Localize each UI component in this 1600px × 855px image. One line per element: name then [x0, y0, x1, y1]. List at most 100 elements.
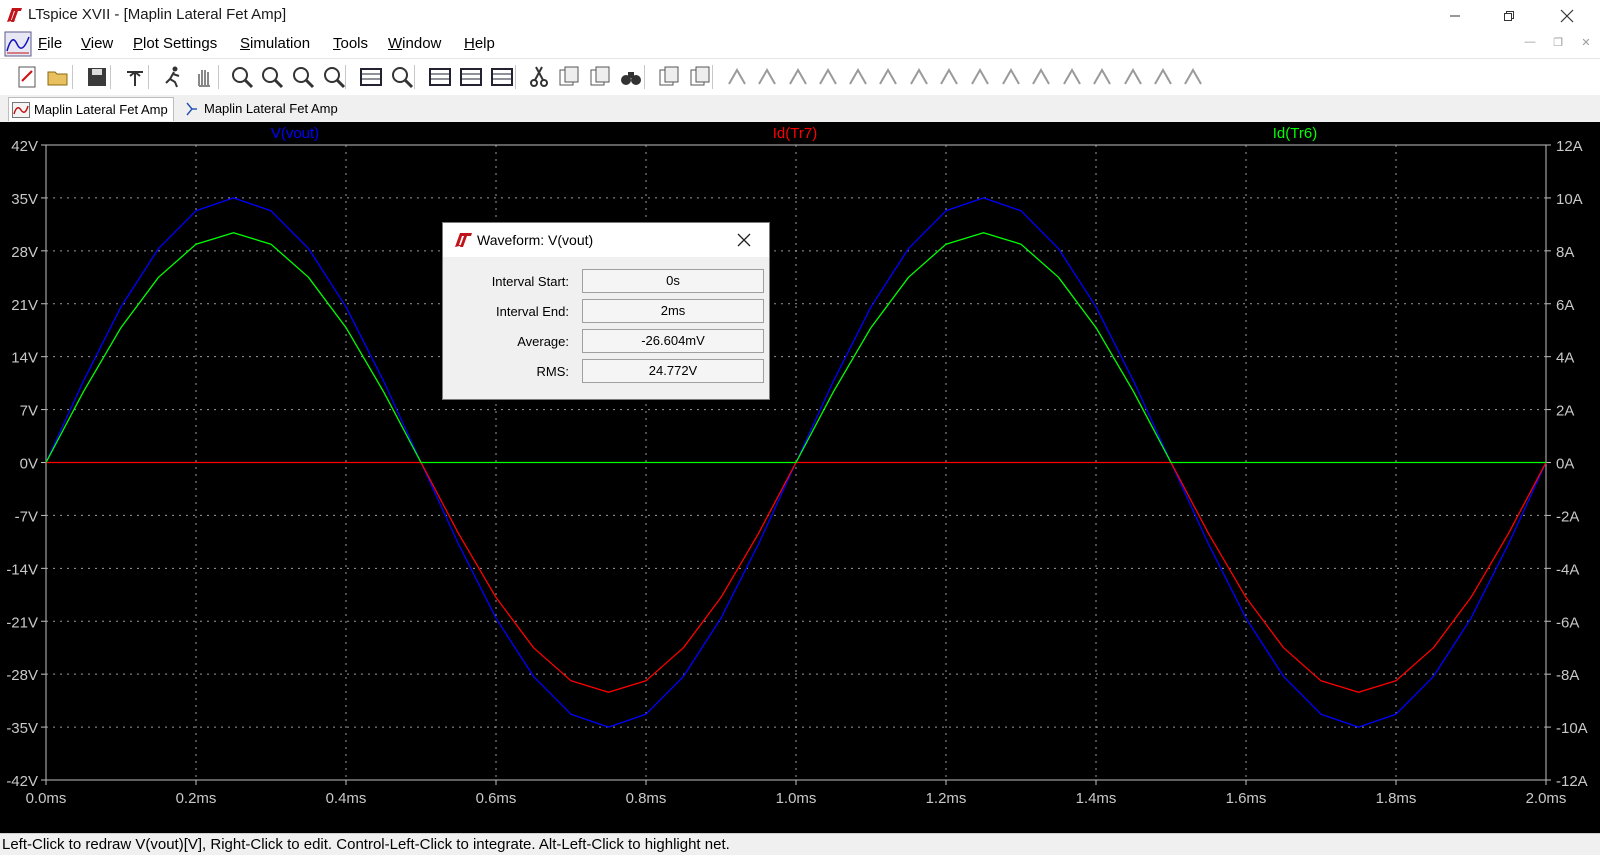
halt-icon[interactable]: [191, 64, 217, 90]
trace-id-tr6-: [45, 232, 1546, 464]
close-icon: [737, 233, 751, 247]
menu-plot-settings[interactable]: Plot Settings: [133, 35, 217, 52]
dialog-close-button[interactable]: [731, 228, 757, 252]
trace-label[interactable]: Id(Tr6): [1273, 125, 1317, 142]
zoom-area-icon[interactable]: [229, 64, 255, 90]
ltspice-logo-icon: [455, 233, 472, 247]
menu-accelerator: T: [333, 35, 341, 52]
restore-button[interactable]: [1486, 0, 1532, 31]
run-icon[interactable]: [160, 64, 186, 90]
waveform-document-icon[interactable]: [4, 31, 32, 57]
tile-vertical-icon[interactable]: [458, 64, 484, 90]
menu-accelerator: S: [240, 35, 251, 52]
menu-tools[interactable]: Tools: [333, 35, 368, 52]
rms-field[interactable]: 24.772V: [582, 359, 764, 383]
y-right-tick-label: 10A: [1556, 191, 1583, 208]
menu-help[interactable]: Help: [464, 35, 495, 52]
cascade-icon[interactable]: [489, 64, 515, 90]
component-icon[interactable]: [936, 64, 962, 90]
trace-label[interactable]: Id(Tr7): [773, 125, 817, 142]
y-right-tick-label: 4A: [1556, 350, 1574, 367]
cut-icon[interactable]: [526, 64, 552, 90]
redo-icon[interactable]: [1059, 64, 1085, 90]
wire-icon[interactable]: [724, 64, 750, 90]
tab-label: Maplin Lateral Fet Amp: [204, 101, 338, 116]
interval-end-field[interactable]: 2ms: [582, 299, 764, 323]
x-tick-label: 0.2ms: [176, 790, 217, 807]
y-right-tick-label: 8A: [1556, 244, 1574, 261]
trace-label[interactable]: V(vout): [271, 125, 319, 142]
resistor-icon[interactable]: [815, 64, 841, 90]
close-button[interactable]: [1544, 0, 1590, 31]
inductor-icon[interactable]: [875, 64, 901, 90]
new-schematic-icon[interactable]: [14, 64, 40, 90]
ground-icon[interactable]: [754, 64, 780, 90]
print-preview-icon[interactable]: [687, 64, 713, 90]
y-left-tick-label: -28V: [6, 667, 38, 684]
toolbar: [0, 58, 1600, 97]
mdi-minimize-button[interactable]: —: [1520, 36, 1540, 52]
diode-icon[interactable]: [906, 64, 932, 90]
interval-start-field[interactable]: 0s: [582, 269, 764, 293]
tab-schematic[interactable]: Maplin Lateral Fet Amp: [180, 97, 346, 120]
y-left-tick-label: 21V: [11, 297, 38, 314]
save-icon[interactable]: [84, 64, 110, 90]
mdi-close-button[interactable]: ✕: [1576, 36, 1596, 52]
zoom-extents-icon[interactable]: [389, 64, 415, 90]
average-field[interactable]: -26.604mV: [582, 329, 764, 353]
tab-waveform[interactable]: Maplin Lateral Fet Amp: [8, 97, 174, 121]
x-tick-label: 0.8ms: [626, 790, 667, 807]
document-tabs: Maplin Lateral Fet Amp Maplin Lateral Fe…: [0, 95, 1600, 122]
y-left-tick-label: -42V: [6, 773, 38, 790]
rotate-icon[interactable]: [1089, 64, 1115, 90]
y-right-tick-label: 6A: [1556, 297, 1574, 314]
spice-directive-icon[interactable]: [1180, 64, 1206, 90]
text-icon[interactable]: [1150, 64, 1176, 90]
move-icon[interactable]: [967, 64, 993, 90]
close-icon: [1560, 9, 1574, 22]
mdi-restore-button[interactable]: ❐: [1548, 36, 1568, 52]
interval-end-label: Interval End:: [496, 304, 569, 319]
minimize-button[interactable]: [1432, 0, 1478, 31]
y-left-tick-label: -35V: [6, 720, 38, 737]
toolbar-separator: [515, 65, 516, 89]
y-left-tick-label: 14V: [11, 350, 38, 367]
menu-accelerator: V: [81, 35, 91, 52]
zoom-back-icon[interactable]: [259, 64, 285, 90]
control-panel-icon[interactable]: [122, 64, 148, 90]
plot-canvas[interactable]: 42V 35V 28V 21V 14V 7V 0V -7V -14V -21V -28V -35V -4…: [0, 122, 1600, 833]
x-tick-label: 1.4ms: [1076, 790, 1117, 807]
toolbar-separator: [414, 65, 415, 89]
find-icon[interactable]: [618, 64, 644, 90]
zoom-out-icon[interactable]: [290, 64, 316, 90]
menu-simulation[interactable]: Simulation: [240, 35, 310, 52]
mirror-icon[interactable]: [1120, 64, 1146, 90]
toolbar-separator: [148, 65, 149, 89]
y-left-tick-label: -7V: [15, 508, 38, 525]
dialog-title: Waveform: V(vout): [477, 232, 594, 248]
print-icon[interactable]: [656, 64, 682, 90]
undo-icon[interactable]: [1028, 64, 1054, 90]
menu-window[interactable]: Window: [388, 35, 441, 52]
menu-label-rest: ools: [340, 35, 369, 52]
y-left-tick-label: 42V: [11, 138, 38, 155]
menu-view[interactable]: View: [81, 35, 113, 52]
menu-label-rest: elp: [474, 35, 495, 52]
copy-icon[interactable]: [556, 64, 582, 90]
autorange-icon[interactable]: [358, 64, 384, 90]
y-left-tick-label: 35V: [11, 191, 38, 208]
paste-icon[interactable]: [587, 64, 613, 90]
label-net-icon[interactable]: [785, 64, 811, 90]
minimize-icon: [1450, 15, 1460, 16]
y-right-tick-label: -10A: [1556, 720, 1588, 737]
rms-label: RMS:: [536, 364, 570, 379]
zoom-fit-icon[interactable]: [321, 64, 347, 90]
open-icon[interactable]: [45, 64, 71, 90]
menu-accelerator: H: [464, 35, 475, 52]
menu-file[interactable]: File: [38, 35, 62, 52]
drag-icon[interactable]: [998, 64, 1024, 90]
waveform-plot[interactable]: 42V 35V 28V 21V 14V 7V 0V -7V -14V -21V -28V -35V -4…: [0, 122, 1600, 833]
capacitor-icon[interactable]: [845, 64, 871, 90]
tile-horizontal-icon[interactable]: [427, 64, 453, 90]
status-bar: Left-Click to redraw V(vout)[V], Right-C…: [0, 833, 1600, 855]
